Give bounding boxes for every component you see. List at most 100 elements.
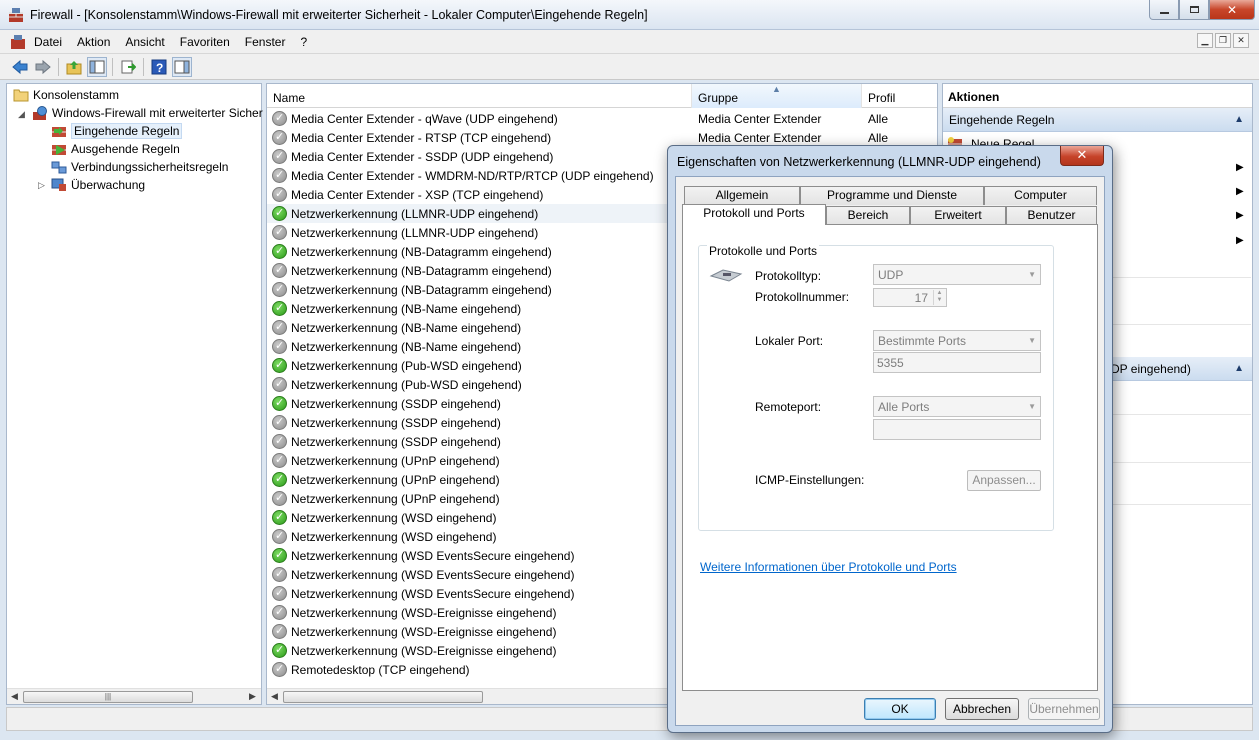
scroll-thumb[interactable] — [283, 691, 483, 703]
tree-expanded-arrow-icon[interactable]: ◢ — [18, 109, 25, 120]
submenu-arrow-icon[interactable]: ▶ — [1236, 186, 1244, 197]
console-tree: Konsolenstamm ◢ Windows-Firewall mit erw… — [6, 83, 263, 705]
rule-name: Netzwerkerkennung (NB-Name eingehend) — [291, 340, 522, 354]
menu-help[interactable]: ? — [300, 35, 307, 49]
rule-name: Netzwerkerkennung (SSDP eingehend) — [291, 397, 501, 411]
rule-name: Netzwerkerkennung (SSDP eingehend) — [291, 435, 501, 449]
tab-protokoll-und-ports[interactable]: Protokoll und Ports — [682, 204, 826, 225]
toolbar: ? — [0, 54, 1259, 80]
apply-button[interactable]: Übernehmen — [1028, 698, 1100, 720]
remote-port-field[interactable] — [873, 419, 1041, 440]
rule-name: Netzwerkerkennung (WSD EventsSecure eing… — [291, 587, 575, 601]
tab-erweitert[interactable]: Erweitert — [910, 206, 1006, 225]
rule-disabled-icon — [272, 529, 287, 544]
rule-enabled-icon — [272, 643, 287, 658]
mdi-restore-button[interactable]: ❐ — [1215, 33, 1231, 48]
outbound-rules-icon — [51, 142, 67, 156]
protocol-number-stepper[interactable]: 17 ▲ ▼ — [873, 288, 947, 307]
back-button[interactable] — [10, 57, 30, 77]
icmp-customize-button[interactable]: Anpassen... — [967, 470, 1041, 491]
help-button[interactable]: ? — [149, 57, 169, 77]
tree-item-eingehende-regeln[interactable]: Eingehende Regeln — [51, 122, 183, 140]
mdi-minimize-button[interactable]: ▁ — [1197, 33, 1213, 48]
tab-computer[interactable]: Computer — [984, 186, 1097, 205]
submenu-arrow-icon[interactable]: ▶ — [1236, 162, 1244, 173]
maximize-button[interactable] — [1179, 0, 1209, 20]
tab-benutzer[interactable]: Benutzer — [1006, 206, 1097, 225]
rule-name: Netzwerkerkennung (WSD-Ereignisse eingeh… — [291, 644, 557, 658]
tab-allgemein[interactable]: Allgemein — [684, 186, 800, 205]
cancel-button[interactable]: Abbrechen — [945, 698, 1019, 720]
protocol-type-label: Protokolltyp: — [755, 269, 822, 283]
mmc-system-menu-icon[interactable] — [10, 34, 26, 50]
tab-programme-und-dienste[interactable]: Programme und Dienste — [800, 186, 984, 205]
collapse-icon[interactable]: ▲ — [1234, 363, 1244, 374]
rule-name: Remotedesktop (TCP eingehend) — [291, 663, 470, 677]
scroll-right-arrow-icon[interactable]: ▶ — [249, 691, 256, 702]
actions-header: Aktionen — [943, 84, 1252, 108]
menu-ansicht[interactable]: Ansicht — [125, 35, 164, 49]
rule-disabled-icon — [272, 339, 287, 354]
spin-arrows-icon[interactable]: ▲ ▼ — [933, 290, 945, 305]
firewall-app-icon[interactable] — [8, 7, 24, 23]
minimize-button[interactable] — [1149, 0, 1179, 20]
mdi-close-button[interactable]: ✕ — [1233, 33, 1249, 48]
export-list-button[interactable] — [118, 57, 138, 77]
remote-port-select[interactable]: Alle Ports ▼ — [873, 396, 1041, 417]
tree-collapsed-arrow-icon[interactable]: ▷ — [38, 180, 45, 191]
protocol-type-select[interactable]: UDP ▼ — [873, 264, 1041, 285]
network-cable-icon — [709, 266, 743, 287]
rule-disabled-icon — [272, 263, 287, 278]
dialog-title: Eigenschaften von Netzwerkerkennung (LLM… — [677, 155, 1041, 169]
tree-item-ueberwachung[interactable]: Überwachung — [51, 176, 145, 194]
close-button[interactable]: ✕ — [1209, 0, 1255, 20]
scroll-left-arrow-icon[interactable]: ◀ — [271, 691, 278, 702]
menu-favoriten[interactable]: Favoriten — [180, 35, 230, 49]
scroll-thumb[interactable]: ||| — [23, 691, 193, 703]
rule-disabled-icon — [272, 605, 287, 620]
rule-name: Netzwerkerkennung (WSD eingehend) — [291, 530, 497, 544]
table-row[interactable]: Media Center Extender - qWave (UDP einge… — [267, 109, 937, 128]
rule-name: Media Center Extender - qWave (UDP einge… — [291, 112, 558, 126]
scroll-left-arrow-icon[interactable]: ◀ — [11, 691, 18, 702]
rule-enabled-icon — [272, 301, 287, 316]
forward-button[interactable] — [33, 57, 53, 77]
tree-horizontal-scrollbar[interactable]: ◀ ||| ▶ — [7, 688, 261, 704]
local-port-field[interactable]: 5355 — [873, 352, 1041, 373]
tree-item-konsolenstamm[interactable]: Konsolenstamm — [13, 86, 119, 104]
show-action-pane-button[interactable] — [172, 57, 192, 77]
help-icon: ? — [151, 59, 167, 75]
sort-ascending-icon: ▲ — [772, 84, 781, 94]
column-header-profil[interactable]: Profil — [862, 84, 937, 108]
column-header-name[interactable]: Name — [267, 84, 692, 108]
connection-security-icon — [51, 160, 67, 174]
collapse-icon[interactable]: ▲ — [1234, 114, 1244, 125]
rule-name: Netzwerkerkennung (NB-Datagramm eingehen… — [291, 264, 552, 278]
tree-item-windows-firewall[interactable]: Windows-Firewall mit erweiterter Sicher — [32, 104, 263, 122]
rule-group: Media Center Extender — [698, 112, 822, 126]
menu-aktion[interactable]: Aktion — [77, 35, 110, 49]
tree-item-verbindungssicherheitsregeln[interactable]: Verbindungssicherheitsregeln — [51, 158, 228, 176]
ok-button[interactable]: OK — [864, 698, 936, 720]
menu-fenster[interactable]: Fenster — [245, 35, 286, 49]
close-icon: ✕ — [1226, 2, 1238, 17]
menu-datei[interactable]: Datei — [34, 35, 62, 49]
rule-name: Netzwerkerkennung (UPnP eingehend) — [291, 473, 500, 487]
rule-name: Netzwerkerkennung (UPnP eingehend) — [291, 454, 500, 468]
submenu-arrow-icon[interactable]: ▶ — [1236, 210, 1244, 221]
protocols-ports-help-link[interactable]: Weitere Informationen über Protokolle un… — [700, 560, 957, 574]
tab-bereich[interactable]: Bereich — [826, 206, 910, 225]
title-bar: Firewall - [Konsolenstamm\Windows-Firewa… — [0, 0, 1259, 30]
up-folder-button[interactable] — [64, 57, 84, 77]
local-port-select[interactable]: Bestimmte Ports ▼ — [873, 330, 1041, 351]
actions-section-eingehende-regeln[interactable]: Eingehende Regeln ▲ — [943, 108, 1252, 132]
dialog-close-button[interactable]: ✕ — [1060, 146, 1104, 166]
show-hide-tree-button[interactable] — [87, 57, 107, 77]
tree-item-ausgehende-regeln[interactable]: Ausgehende Regeln — [51, 140, 180, 158]
submenu-arrow-icon[interactable]: ▶ — [1236, 235, 1244, 246]
rule-enabled-icon — [272, 548, 287, 563]
rule-name: Netzwerkerkennung (LLMNR-UDP eingehend) — [291, 226, 539, 240]
rule-group: Media Center Extender — [698, 131, 822, 145]
window-title: Firewall - [Konsolenstamm\Windows-Firewa… — [30, 8, 648, 22]
rule-name: Netzwerkerkennung (UPnP eingehend) — [291, 492, 500, 506]
